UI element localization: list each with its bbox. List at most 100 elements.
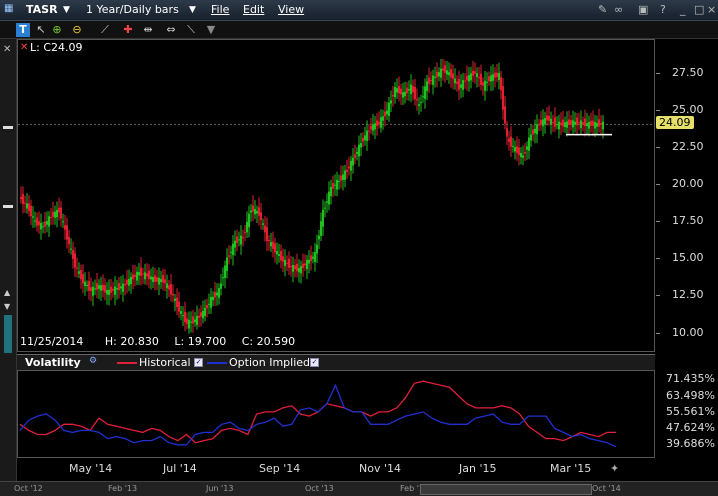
candle-body	[160, 279, 162, 283]
scroll-date-label: Oct '12	[14, 484, 43, 493]
candle-body	[390, 100, 392, 104]
candle-body	[28, 203, 30, 212]
candle-body	[30, 205, 32, 217]
zoom-out-icon[interactable]: ⊖	[70, 23, 84, 37]
candle-body	[342, 174, 344, 180]
candle-body	[570, 120, 572, 125]
period-dropdown-icon[interactable]: ▼	[189, 5, 196, 15]
zoom-in-icon[interactable]: ⊕	[50, 23, 64, 37]
candle-body	[364, 135, 366, 141]
menu-file[interactable]: File	[211, 3, 229, 16]
candle-body	[220, 283, 222, 289]
panel-handle[interactable]	[3, 126, 13, 129]
candle-body	[322, 209, 324, 227]
candle-body	[520, 152, 522, 158]
candle-body	[310, 255, 312, 262]
maximize-icon[interactable]: □	[694, 3, 704, 16]
collapse-icon[interactable]: ▲	[4, 288, 10, 297]
indicator-bars	[4, 315, 12, 353]
candle-body	[122, 283, 124, 292]
candle-body	[504, 106, 506, 124]
cursor-icon[interactable]: ↖	[34, 23, 48, 37]
close-icon[interactable]: ×	[707, 3, 716, 16]
candle-body	[202, 310, 204, 319]
vol-tick-label: 71.435%	[666, 372, 715, 386]
candle-body	[214, 291, 216, 298]
symbol-dropdown-icon[interactable]: ▼	[63, 5, 70, 15]
close-panel-icon[interactable]: ✕	[3, 44, 11, 55]
candle-body	[292, 265, 294, 272]
candle-body	[486, 81, 488, 83]
candle-body	[264, 225, 266, 233]
candle-body	[210, 296, 212, 308]
candle-body	[272, 241, 274, 249]
candle-body	[94, 288, 96, 290]
candle-body	[262, 223, 264, 225]
menu-view[interactable]: View	[278, 3, 304, 16]
candle-body	[296, 263, 298, 272]
settings-icon[interactable]: ⚙	[89, 356, 97, 366]
lock-icon[interactable]: ▣	[638, 3, 648, 16]
vol-tick-label: 47.624%	[666, 421, 715, 435]
volatility-chart[interactable]	[17, 370, 655, 458]
candle-body	[124, 283, 126, 286]
candle-body	[178, 301, 180, 312]
candle-body	[314, 252, 316, 262]
price-tick-label: 20.00	[672, 177, 704, 191]
scroll-thumb[interactable]	[420, 484, 592, 495]
period-selector[interactable]: 1 Year/Daily bars	[86, 3, 179, 16]
historical-checkbox[interactable]: ✓	[194, 358, 203, 367]
split-icon[interactable]: ⇹	[141, 23, 155, 37]
dropdown-icon[interactable]: ▼	[204, 23, 218, 37]
candle-body	[286, 262, 288, 264]
candle-body	[592, 120, 594, 126]
candle-body	[576, 117, 578, 126]
panel-handle[interactable]	[3, 205, 13, 208]
candle-body	[144, 272, 146, 280]
draw-line-icon[interactable]: ⟍	[184, 23, 198, 37]
candle-body	[336, 179, 338, 190]
implied-checkbox[interactable]: ✓	[310, 358, 319, 367]
candle-body	[80, 269, 82, 280]
candle-body	[564, 122, 566, 128]
price-chart[interactable]: ✕ L: C24.09 11/25/2014 H: 20.830 L: 19.7…	[17, 39, 655, 352]
scroll-end-icon[interactable]: ✦	[610, 462, 619, 475]
candle-body	[538, 124, 540, 126]
menu-edit[interactable]: Edit	[243, 3, 264, 16]
minimize-icon[interactable]: _	[680, 3, 686, 16]
candle-body	[478, 76, 480, 79]
expand-icon[interactable]: ⇔	[164, 23, 178, 37]
candle-body	[372, 124, 374, 131]
date-tick-label: Jul '14	[163, 462, 197, 475]
candle-body	[98, 285, 100, 289]
candle-body	[82, 274, 84, 284]
expand-down-icon[interactable]: ▼	[4, 302, 10, 311]
candle-body	[168, 285, 170, 290]
candle-body	[76, 267, 78, 269]
candle-body	[216, 292, 218, 296]
price-tick-mark	[656, 258, 660, 260]
scroll-date-label: Oct '14	[592, 484, 621, 493]
wrench-icon[interactable]: ✎	[598, 3, 607, 16]
bar-info: 11/25/2014 H: 20.830 L: 19.700 C: 20.590	[20, 335, 295, 348]
historical-swatch	[117, 362, 137, 364]
candle-body	[546, 115, 548, 121]
candle-body	[108, 289, 110, 295]
crosshair-icon[interactable]: ✚	[121, 23, 135, 37]
candle-body	[468, 75, 470, 82]
candle-body	[102, 284, 104, 291]
time-scrollbar[interactable]: Oct '12Feb '13Jun '13Oct '13Feb '14Jun '…	[0, 481, 718, 496]
candle-body	[182, 315, 184, 317]
link-icon[interactable]: ∞	[614, 3, 623, 16]
measure-icon[interactable]: ⟋	[98, 23, 112, 37]
candle-body	[358, 144, 360, 157]
symbol-selector[interactable]: TASR	[26, 3, 58, 16]
candle-body	[334, 184, 336, 186]
help-icon[interactable]: ?	[660, 3, 666, 16]
candle-body	[456, 81, 458, 84]
candle-body	[44, 221, 46, 227]
text-icon[interactable]: T	[16, 23, 30, 37]
candle-body	[162, 275, 164, 283]
candle-body	[52, 211, 54, 218]
candle-body	[360, 143, 362, 148]
